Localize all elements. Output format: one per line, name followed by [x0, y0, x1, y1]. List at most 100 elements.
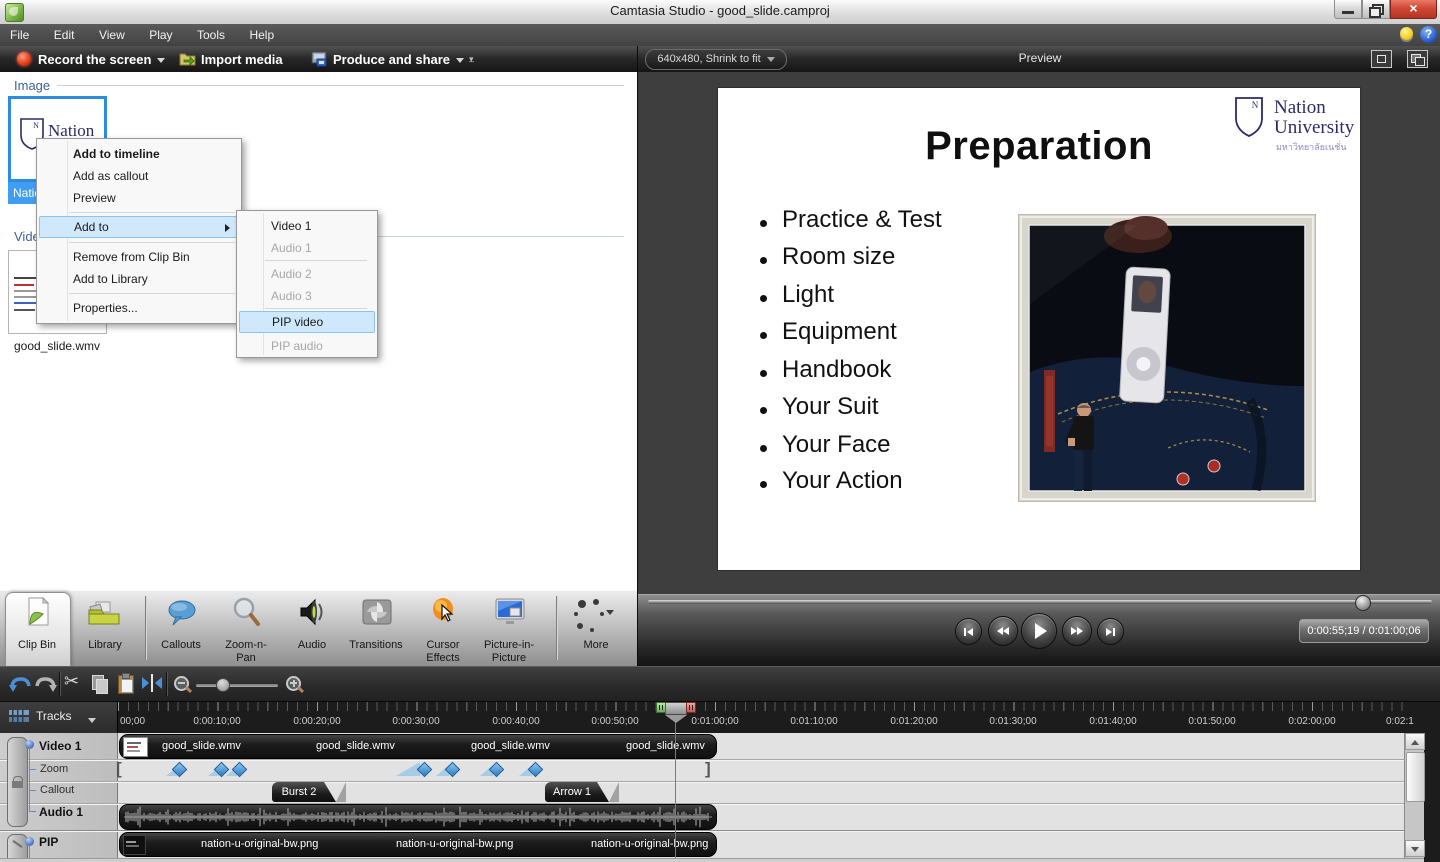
cursor-effects-icon	[428, 595, 458, 627]
menu-tools[interactable]: Tools	[187, 24, 235, 46]
menu-preview[interactable]: Preview	[39, 187, 239, 209]
produce-share-button[interactable]: Produce and share	[333, 52, 464, 67]
svg-text:N: N	[1252, 100, 1259, 110]
tab-picture-in-picture[interactable]: Picture-in-Picture	[470, 639, 548, 665]
horizontal-scroll-strip[interactable]	[0, 858, 1424, 862]
zoom-n-pan-icon	[231, 596, 263, 628]
zoom-range-start-bracket[interactable]: [	[116, 759, 122, 779]
submenu-pip-video[interactable]: PIP video	[239, 311, 375, 333]
tab-library[interactable]: Library	[75, 639, 135, 652]
record-screen-button[interactable]: Record the screen	[38, 52, 165, 67]
undo-icon[interactable]	[8, 674, 32, 694]
picture-in-picture-icon	[494, 597, 526, 627]
submenu-video1[interactable]: Video 1	[239, 215, 375, 237]
track-label-audio1[interactable]: Audio 1	[39, 805, 83, 819]
slide-bullet: Your Suit	[782, 393, 879, 421]
rewind-button[interactable]	[988, 616, 1018, 646]
redo-icon[interactable]	[34, 674, 58, 694]
track-label-pip[interactable]: PIP	[39, 835, 58, 849]
tracks-dropdown[interactable]: Tracks	[36, 709, 72, 723]
tracks-icon	[8, 708, 30, 725]
close-button[interactable]: ×	[1390, 0, 1437, 19]
tab-more[interactable]: More	[566, 639, 626, 652]
tab-cursor-effects[interactable]: Cursor Effects	[414, 639, 472, 665]
logo-text2: University	[1274, 117, 1354, 139]
playhead-line[interactable]	[675, 716, 676, 858]
seek-handle[interactable]	[1355, 595, 1371, 611]
selection-out-handle[interactable]	[686, 702, 696, 713]
scroll-down-button[interactable]	[1405, 840, 1425, 857]
slide-bullet: Your Action	[782, 467, 903, 495]
track-label-zoom[interactable]: Zoom	[40, 763, 68, 775]
cut-icon[interactable]: ✂	[64, 671, 79, 692]
zoom-range-end-bracket[interactable]: ]	[705, 759, 711, 779]
fullscreen-icon[interactable]	[1371, 50, 1392, 68]
minimize-button[interactable]	[1334, 0, 1362, 19]
import-media-button[interactable]: Import media	[201, 52, 283, 67]
slide-bullet: Handbook	[782, 356, 891, 384]
track-group-handle[interactable]	[7, 737, 28, 827]
tips-lightbulb-icon[interactable]	[1400, 27, 1413, 40]
submenu-audio1: Audio 1	[239, 237, 375, 259]
menu-help[interactable]: Help	[239, 24, 284, 46]
timeline-ruler[interactable]: 00;00 0:00:10;00 0:00:20;00 0:00:30;00 0…	[118, 702, 1440, 733]
logo-text: Nation	[1274, 97, 1326, 119]
chevron-down-icon	[157, 58, 165, 63]
tab-audio[interactable]: Audio	[284, 639, 340, 652]
detach-preview-icon[interactable]	[1407, 50, 1428, 68]
import-media-icon	[179, 51, 197, 67]
title-bar: Camtasia Studio - good_slide.camproj ×	[0, 0, 1440, 25]
submenu-pip-audio: PIP audio	[239, 335, 375, 357]
add-to-submenu: Video 1 Audio 1 Audio 2 Audio 3 PIP vide…	[236, 210, 378, 358]
menu-play[interactable]: Play	[139, 24, 182, 46]
copy-icon[interactable]	[91, 674, 111, 694]
timeline-zoom-slider-thumb[interactable]	[216, 678, 230, 692]
tab-callouts[interactable]: Callouts	[150, 639, 212, 652]
timeline-zoom-slider[interactable]	[196, 684, 278, 687]
track-label-callout[interactable]: Callout	[40, 784, 74, 796]
help-icon[interactable]: ?	[1420, 26, 1437, 43]
menu-view[interactable]: View	[89, 24, 135, 46]
menu-add-to-timeline[interactable]: Add to timeline	[39, 143, 239, 165]
chevron-down-icon	[767, 57, 775, 62]
timeline-vertical-scrollbar[interactable]	[1404, 733, 1424, 858]
selection-in-handle[interactable]	[656, 702, 666, 713]
play-icon	[1035, 623, 1047, 639]
zoom-in-icon[interactable]	[286, 676, 301, 691]
menu-edit[interactable]: Edit	[44, 24, 85, 46]
pip-track-clip[interactable]: nation-u-original-bw.png nation-u-origin…	[119, 832, 717, 857]
menu-add-to-library[interactable]: Add to Library	[39, 268, 239, 290]
menu-properties[interactable]: Properties...	[39, 297, 239, 319]
toolbar-overflow-icon[interactable]: ▾–	[469, 54, 474, 66]
app-window: Camtasia Studio - good_slide.camproj × F…	[0, 0, 1440, 862]
menu-file[interactable]: File	[0, 24, 39, 46]
tab-transitions[interactable]: Transitions	[340, 639, 412, 652]
restore-button[interactable]	[1362, 0, 1390, 19]
previous-frame-button[interactable]	[955, 618, 982, 645]
playhead-tip[interactable]	[665, 715, 687, 723]
playhead-marker[interactable]	[665, 702, 687, 715]
submenu-audio3: Audio 3	[239, 285, 375, 307]
fast-forward-button[interactable]	[1062, 616, 1092, 646]
menu-remove-from-clip-bin[interactable]: Remove from Clip Bin	[39, 246, 239, 268]
submenu-arrow-icon	[225, 224, 230, 232]
paste-icon[interactable]	[117, 673, 137, 694]
slide-bullet: Equipment	[782, 318, 897, 346]
video-track-clip[interactable]: good_slide.wmv good_slide.wmv good_slide…	[119, 734, 717, 759]
logo-thai-text: มหาวิทยาลัยเนชั่น	[1276, 140, 1347, 154]
slide-bullet: Your Face	[782, 431, 891, 459]
seek-bar[interactable]	[648, 600, 1432, 604]
track-label-video1[interactable]: Video 1	[39, 739, 81, 753]
scrollbar-thumb[interactable]	[1406, 752, 1425, 802]
preview-size-select[interactable]: 640x480, Shrink to fit	[645, 49, 787, 70]
menu-add-as-callout[interactable]: Add as callout	[39, 165, 239, 187]
clip-thumbnail	[123, 737, 148, 757]
zoom-out-icon[interactable]	[174, 676, 189, 691]
split-icon[interactable]	[142, 674, 162, 692]
play-button[interactable]	[1021, 613, 1057, 649]
menu-add-to[interactable]: Add to	[39, 216, 239, 238]
tab-zoom-n-pan[interactable]: Zoom-n-Pan	[216, 639, 276, 665]
scroll-up-button[interactable]	[1405, 733, 1425, 750]
next-frame-button[interactable]	[1097, 618, 1124, 645]
audio-track-clip[interactable]	[119, 804, 717, 830]
